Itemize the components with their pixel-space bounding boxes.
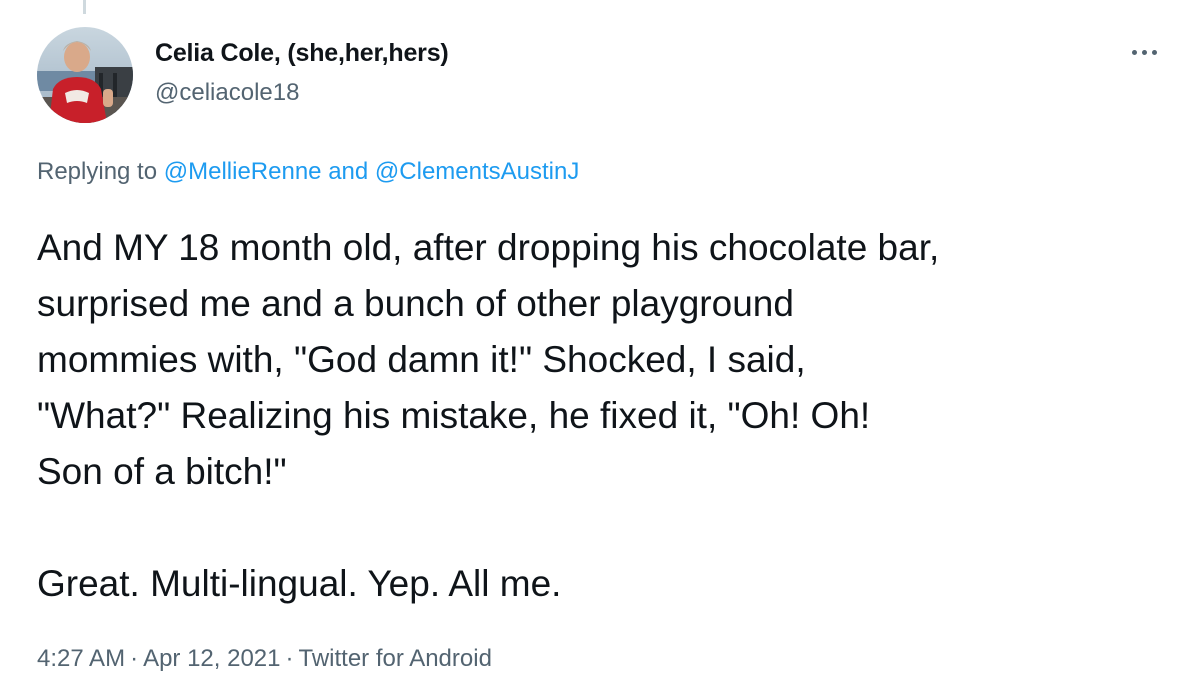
mention-joiner: and <box>321 158 375 185</box>
profile-photo-icon <box>37 27 133 123</box>
tweet-paragraph: And MY 18 month old, after dropping his … <box>37 227 940 492</box>
more-horizontal-icon <box>1151 49 1157 55</box>
meta-separator: · <box>285 645 294 672</box>
author-handle[interactable]: @celiacole18 <box>155 79 299 107</box>
tweet-metadata: 4:27 AM · Apr 12, 2021 · Twitter for Android <box>37 645 492 673</box>
more-horizontal-icon <box>1141 49 1147 55</box>
tweet-paragraph: Great. Multi-lingual. Yep. All me. <box>37 563 562 604</box>
tweet-card: Celia Cole, (she,her,hers) @celiacole18 … <box>0 0 1182 690</box>
more-horizontal-icon <box>1131 49 1137 55</box>
tweet-text: And MY 18 month old, after dropping his … <box>37 220 1167 612</box>
tweet-time-link[interactable]: 4:27 AM <box>37 645 125 672</box>
replying-to-label: Replying to <box>37 158 164 185</box>
meta-separator: · <box>130 645 139 672</box>
replying-to-line: Replying to @MellieRenne and @ClementsAu… <box>37 158 579 186</box>
tweet-date-link[interactable]: Apr 12, 2021 <box>143 645 280 672</box>
avatar[interactable] <box>37 27 133 123</box>
thread-connector-line <box>83 0 86 14</box>
author-display-name[interactable]: Celia Cole, (she,her,hers) <box>155 39 449 68</box>
tweet-source-link[interactable]: Twitter for Android <box>299 645 492 672</box>
mention-link[interactable]: @MellieRenne <box>164 158 322 185</box>
more-options-button[interactable] <box>1124 38 1164 66</box>
mention-link[interactable]: @ClementsAustinJ <box>375 158 579 185</box>
